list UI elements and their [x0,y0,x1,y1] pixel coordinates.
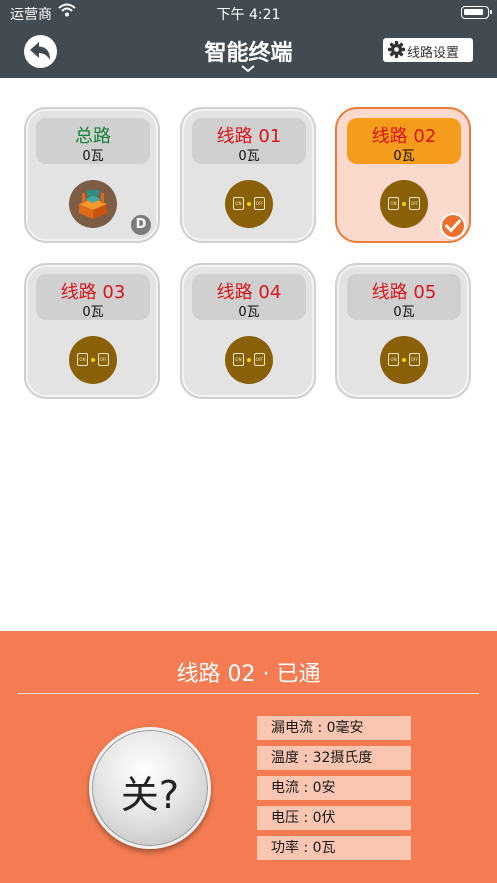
tile-line-02[interactable]: 线路 02 0瓦 ON OFF [335,107,471,243]
line-settings-label: 线路设置 [407,46,460,61]
line-settings-button[interactable]: 线路设置 [383,38,473,62]
clock: 下午 4:21 [216,7,281,23]
switch-on-label: ON [388,353,399,366]
relay-icon [69,180,117,228]
tile-line-03[interactable]: 线路 03 0瓦 ON OFF [24,263,160,399]
stat-current: 电流 : 0安 [257,776,411,800]
tile-main-line[interactable]: 总路 0瓦 D [24,107,160,243]
tile-header: 线路 05 0瓦 [347,274,461,320]
switch-on-label: ON [388,197,399,210]
switch-off-label: OFF [409,197,420,210]
stat-temperature: 温度 : 32摄氏度 [257,746,411,770]
switch-on-label: ON [77,353,88,366]
tile-power: 0瓦 [82,149,104,164]
tile-header: 线路 02 0瓦 [347,118,461,164]
switch-icon: ON OFF [225,180,273,228]
switch-dot [402,202,406,206]
line-detail-panel: 线路 02 · 已通 关? 漏电流 : 0毫安 温度 : 32摄氏度 电流 : … [0,631,497,883]
tile-header: 总路 0瓦 [36,118,150,164]
battery-icon [461,6,492,19]
tile-power: 0瓦 [238,149,260,164]
switch-icon: ON OFF [380,180,428,228]
switch-off-label: OFF [254,353,265,366]
switch-icon: ON OFF [225,336,273,384]
gear-icon [388,41,405,58]
power-toggle-button[interactable]: 关? [89,727,211,849]
tile-power: 0瓦 [393,305,415,320]
tile-power: 0瓦 [238,305,260,320]
switch-dot [402,358,406,362]
checkmark-icon [440,213,466,239]
chevron-down-icon[interactable] [241,65,255,73]
switch-off-label: OFF [409,353,420,366]
switch-off-label: OFF [98,353,109,366]
tile-header: 线路 01 0瓦 [192,118,306,164]
switch-dot [91,358,95,362]
stat-power: 功率 : 0瓦 [257,836,411,860]
line-status-title: 线路 02 · 已通 [176,662,321,687]
nav-bar: 智能终端 线路设置 [0,25,497,78]
switch-on-label: ON [233,353,244,366]
tile-power: 0瓦 [393,149,415,164]
stat-leakage-current: 漏电流 : 0毫安 [257,716,411,740]
divider [18,693,479,694]
tile-header: 线路 03 0瓦 [36,274,150,320]
switch-dot [247,358,251,362]
tile-line-04[interactable]: 线路 04 0瓦 ON OFF [180,263,316,399]
d-badge: D [129,213,153,237]
status-bar: 运营商 下午 4:21 [0,0,497,25]
tile-header: 线路 04 0瓦 [192,274,306,320]
switch-icon: ON OFF [380,336,428,384]
tile-power: 0瓦 [82,305,104,320]
switch-icon: ON OFF [69,336,117,384]
switch-on-label: ON [233,197,244,210]
toggle-label: 关? [120,773,180,817]
tile-line-01[interactable]: 线路 01 0瓦 ON OFF [180,107,316,243]
tile-line-05[interactable]: 线路 05 0瓦 ON OFF [335,263,471,399]
stat-voltage: 电压 : 0伏 [257,806,411,830]
switch-dot [247,202,251,206]
switch-off-label: OFF [254,197,265,210]
